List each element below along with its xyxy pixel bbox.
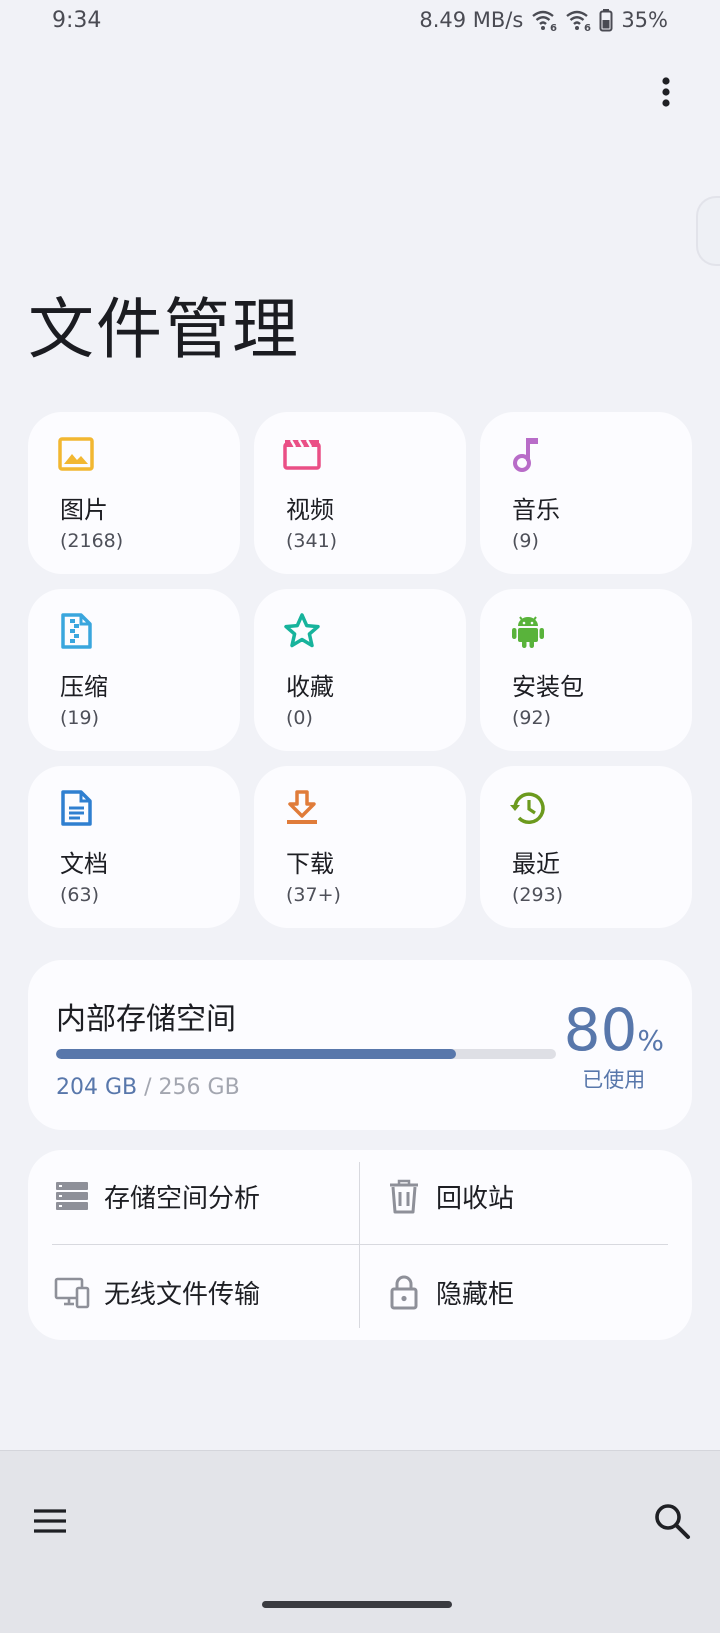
- category-label: 压缩: [60, 673, 108, 701]
- category-tile-recent[interactable]: 最近 (293): [480, 766, 692, 928]
- wifi6-icon: 6: [565, 8, 591, 32]
- tool-hidden-vault[interactable]: 隐藏柜: [386, 1262, 514, 1322]
- bottom-bar: [0, 1450, 720, 1633]
- image-icon: [56, 434, 96, 474]
- lock-icon: [386, 1274, 422, 1310]
- tool-wireless-transfer[interactable]: 无线文件传输: [54, 1262, 260, 1322]
- category-label: 音乐: [512, 496, 560, 524]
- category-tile-archives[interactable]: 压缩 (19): [28, 589, 240, 751]
- music-icon: [508, 434, 548, 474]
- storage-percent-value: 80: [563, 996, 638, 1064]
- category-tile-favorites[interactable]: 收藏 (0): [254, 589, 466, 751]
- tool-label: 存储空间分析: [104, 1183, 261, 1214]
- category-count: (19): [60, 707, 100, 729]
- network-speed: 8.49 MB/s: [419, 8, 524, 32]
- category-label: 下载: [286, 850, 334, 878]
- status-indicators: 8.49 MB/s 6 6 35%: [419, 8, 668, 32]
- category-label: 文档: [60, 850, 108, 878]
- category-count: (63): [60, 884, 100, 906]
- storage-used: 204 GB: [56, 1075, 138, 1100]
- category-label: 最近: [512, 850, 560, 878]
- category-count: (2168): [60, 530, 124, 552]
- status-time: 9:34: [52, 8, 102, 33]
- battery-percent: 35%: [621, 8, 668, 32]
- category-tile-videos[interactable]: 视频 (341): [254, 412, 466, 574]
- video-icon: [282, 434, 322, 474]
- category-tile-apks[interactable]: 安装包 (92): [480, 589, 692, 751]
- history-icon: [508, 788, 548, 828]
- storage-separator: /: [144, 1075, 152, 1100]
- archive-icon: [56, 611, 96, 651]
- battery-icon: [599, 8, 613, 32]
- trash-icon: [386, 1178, 422, 1214]
- internal-storage-card[interactable]: 内部存储空间 204 GB / 256 GB 80% 已使用: [28, 960, 692, 1130]
- category-count: (9): [512, 530, 539, 552]
- storage-progress-fill: [56, 1049, 456, 1059]
- menu-button[interactable]: [30, 1501, 70, 1541]
- category-count: (37+): [286, 884, 341, 906]
- storage-title: 内部存储空间: [56, 1002, 236, 1037]
- star-icon: [282, 611, 322, 651]
- storage-percent: 80% 已使用: [564, 998, 664, 1094]
- tool-recycle-bin[interactable]: 回收站: [386, 1166, 514, 1226]
- category-count: (92): [512, 707, 552, 729]
- status-bar: 9:34 8.49 MB/s 6 6 35%: [0, 0, 720, 44]
- page-title: 文件管理: [28, 291, 300, 368]
- category-tile-downloads[interactable]: 下载 (37+): [254, 766, 466, 928]
- document-icon: [56, 788, 96, 828]
- more-options-button[interactable]: [652, 72, 680, 112]
- category-tile-music[interactable]: 音乐 (9): [480, 412, 692, 574]
- tool-label: 无线文件传输: [104, 1279, 261, 1310]
- svg-text:6: 6: [550, 23, 557, 32]
- side-edge-handle[interactable]: [696, 196, 720, 266]
- search-icon: [655, 1504, 690, 1539]
- tool-storage-analysis[interactable]: 存储空间分析: [54, 1166, 260, 1226]
- wireless-transfer-icon: [54, 1274, 90, 1310]
- storage-percent-caption: 已使用: [582, 1068, 646, 1092]
- storage-progress-bar: [56, 1049, 556, 1059]
- category-label: 视频: [286, 496, 334, 524]
- category-tile-documents[interactable]: 文档 (63): [28, 766, 240, 928]
- category-count: (293): [512, 884, 564, 906]
- category-label: 收藏: [286, 673, 334, 701]
- tool-label: 回收站: [436, 1183, 515, 1214]
- home-indicator[interactable]: [262, 1601, 452, 1608]
- category-count: (0): [286, 707, 313, 729]
- category-label: 图片: [60, 496, 108, 524]
- tools-divider-vertical: [359, 1162, 360, 1328]
- category-label: 安装包: [512, 673, 584, 701]
- category-count: (341): [286, 530, 338, 552]
- more-vert-icon: [662, 77, 670, 107]
- tools-divider-horizontal: [52, 1244, 668, 1245]
- category-tile-images[interactable]: 图片 (2168): [28, 412, 240, 574]
- category-grid: 图片 (2168) 视频 (341) 音乐 (9) 压缩 (19) 收藏 (0)…: [28, 412, 692, 928]
- storage-total: 256 GB: [158, 1075, 240, 1100]
- storage-percent-sign: %: [637, 1024, 664, 1057]
- tools-card: 存储空间分析 回收站 无线文件传输 隐藏柜: [28, 1150, 692, 1340]
- hamburger-menu-icon: [34, 1509, 66, 1533]
- storage-amounts: 204 GB / 256 GB: [56, 1075, 240, 1100]
- tool-label: 隐藏柜: [436, 1279, 515, 1310]
- search-button[interactable]: [652, 1501, 692, 1541]
- download-icon: [282, 788, 322, 828]
- android-icon: [508, 611, 548, 651]
- wifi6-icon: 6: [531, 8, 557, 32]
- svg-text:6: 6: [584, 23, 591, 32]
- storage-analysis-icon: [54, 1178, 90, 1214]
